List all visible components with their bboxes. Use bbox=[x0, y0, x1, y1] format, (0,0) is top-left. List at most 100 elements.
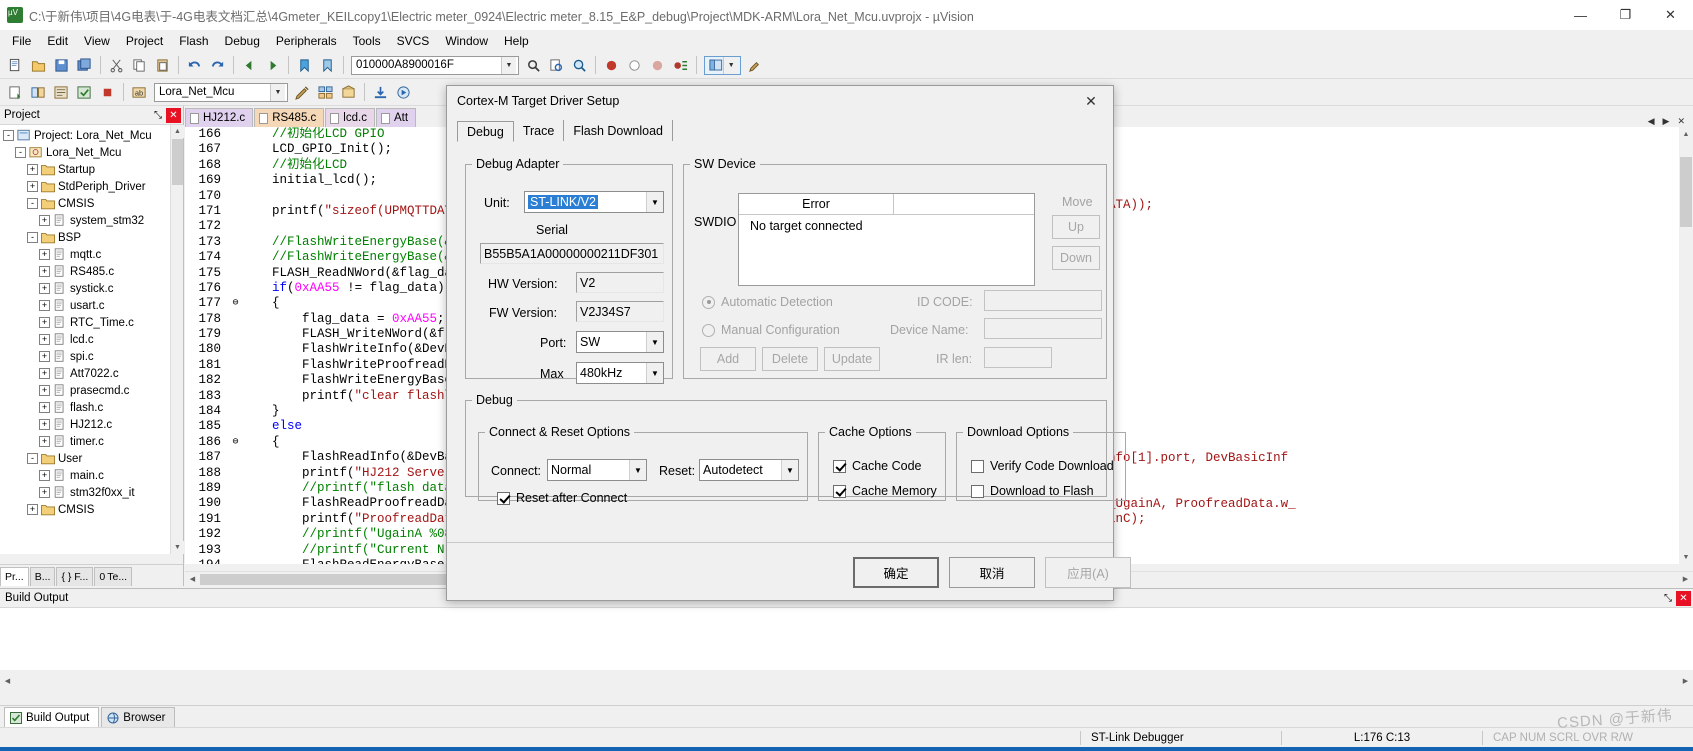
tree-node[interactable]: + system_stm32 bbox=[0, 212, 183, 229]
window-layout-combo[interactable]: ▼ bbox=[704, 55, 741, 75]
breakpoint-delete-icon[interactable] bbox=[647, 55, 668, 76]
tab-flash-download[interactable]: Flash Download bbox=[564, 120, 673, 141]
tree-node[interactable]: + systick.c bbox=[0, 280, 183, 297]
fold-marker-icon[interactable] bbox=[229, 281, 242, 296]
scroll-right-icon[interactable]: ▶ bbox=[1678, 673, 1693, 688]
tree-node[interactable]: + flash.c bbox=[0, 399, 183, 416]
device-name-field[interactable] bbox=[984, 318, 1102, 339]
cut-icon[interactable] bbox=[106, 55, 127, 76]
fold-marker-icon[interactable] bbox=[229, 389, 242, 404]
tree-expander-icon[interactable]: + bbox=[27, 504, 38, 515]
fold-marker-icon[interactable] bbox=[229, 266, 242, 281]
verify-code-download-checkbox[interactable]: Verify Code Download bbox=[971, 459, 1114, 473]
editor-tab-nav-next-icon[interactable]: ▶ bbox=[1659, 116, 1674, 127]
scroll-right-icon[interactable]: ▶ bbox=[1678, 572, 1693, 587]
scroll-down-icon[interactable]: ▼ bbox=[171, 541, 184, 554]
paste-icon[interactable] bbox=[152, 55, 173, 76]
scroll-up-icon[interactable]: ▲ bbox=[1679, 127, 1693, 141]
menu-edit[interactable]: Edit bbox=[39, 31, 76, 51]
configure-icon[interactable] bbox=[745, 55, 766, 76]
reset-select[interactable]: Autodetect ▼ bbox=[699, 459, 799, 481]
minimize-button[interactable]: — bbox=[1558, 0, 1603, 30]
target-options-small-icon[interactable]: ab bbox=[129, 82, 150, 103]
max-clock-select[interactable]: 480kHz ▼ bbox=[576, 362, 664, 384]
tree-expander-icon[interactable]: - bbox=[27, 453, 38, 464]
fold-marker-icon[interactable] bbox=[229, 235, 242, 250]
tree-node[interactable]: - Project: Lora_Net_Mcu bbox=[0, 127, 183, 144]
menu-file[interactable]: File bbox=[4, 31, 39, 51]
tree-expander-icon[interactable]: - bbox=[27, 198, 38, 209]
navigate-forward-icon[interactable] bbox=[262, 55, 283, 76]
tree-expander-icon[interactable]: + bbox=[39, 402, 50, 413]
pin-icon[interactable]: ⤡ bbox=[150, 107, 166, 123]
fold-marker-icon[interactable] bbox=[229, 466, 242, 481]
fold-marker-icon[interactable] bbox=[229, 496, 242, 511]
chevron-down-icon[interactable]: ▼ bbox=[270, 83, 285, 101]
tree-node[interactable]: + lcd.c bbox=[0, 331, 183, 348]
undo-icon[interactable] bbox=[184, 55, 205, 76]
breakpoint-icon[interactable] bbox=[601, 55, 622, 76]
translate-icon[interactable] bbox=[5, 82, 26, 103]
chevron-down-icon[interactable]: ▼ bbox=[629, 460, 646, 480]
editor-vertical-scrollbar[interactable]: ▲ ▼ bbox=[1679, 127, 1693, 564]
find-icon[interactable] bbox=[523, 55, 544, 76]
fold-marker-icon[interactable] bbox=[229, 558, 242, 564]
project-panel-tab[interactable]: Pr... bbox=[0, 567, 29, 586]
fold-marker-icon[interactable] bbox=[229, 543, 242, 558]
tab-debug[interactable]: Debug bbox=[457, 121, 514, 142]
scroll-up-icon[interactable]: ▲ bbox=[171, 125, 184, 138]
project-tree[interactable]: - Project: Lora_Net_Mcu - Lora_Net_Mcu + Star… bbox=[0, 125, 183, 554]
delete-button[interactable]: Delete bbox=[762, 347, 818, 371]
pin-icon[interactable]: ⤡ bbox=[1660, 590, 1676, 606]
fold-marker-icon[interactable] bbox=[229, 189, 242, 204]
fold-marker-icon[interactable] bbox=[229, 419, 242, 434]
dialog-close-icon[interactable]: ✕ bbox=[1069, 87, 1113, 116]
editor-tab[interactable]: Att bbox=[375, 108, 417, 127]
column-error[interactable]: Error bbox=[739, 194, 894, 214]
stop-build-icon[interactable] bbox=[97, 82, 118, 103]
manage-components-icon[interactable] bbox=[315, 82, 336, 103]
fold-marker-icon[interactable] bbox=[229, 250, 242, 265]
tree-expander-icon[interactable]: - bbox=[27, 232, 38, 243]
move-down-button[interactable]: Down bbox=[1052, 246, 1100, 270]
tree-node[interactable]: + StdPeriph_Driver bbox=[0, 178, 183, 195]
tree-expander-icon[interactable]: + bbox=[27, 181, 38, 192]
reset-after-connect-checkbox[interactable]: Reset after Connect bbox=[497, 491, 627, 505]
project-panel-close-icon[interactable]: ✕ bbox=[166, 107, 181, 123]
fold-marker-icon[interactable] bbox=[229, 204, 242, 219]
add-button[interactable]: Add bbox=[700, 347, 756, 371]
tree-node[interactable]: + prasecmd.c bbox=[0, 382, 183, 399]
breakpoint-list-icon[interactable] bbox=[670, 55, 691, 76]
bottom-tab[interactable]: Browser bbox=[101, 707, 176, 727]
editor-tab[interactable]: RS485.c bbox=[254, 108, 325, 127]
navigate-back-icon[interactable] bbox=[239, 55, 260, 76]
find-in-files-icon[interactable] bbox=[546, 55, 567, 76]
id-code-field[interactable] bbox=[984, 290, 1102, 311]
tree-node[interactable]: + spi.c bbox=[0, 348, 183, 365]
tree-expander-icon[interactable]: + bbox=[39, 215, 50, 226]
sw-device-listview[interactable]: Error No target connected bbox=[738, 193, 1035, 286]
menu-project[interactable]: Project bbox=[118, 31, 171, 51]
fold-marker-icon[interactable] bbox=[229, 327, 242, 342]
tree-node[interactable]: + Startup bbox=[0, 161, 183, 178]
redo-icon[interactable] bbox=[207, 55, 228, 76]
menu-peripherals[interactable]: Peripherals bbox=[268, 31, 345, 51]
batch-build-icon[interactable] bbox=[74, 82, 95, 103]
fold-marker-icon[interactable] bbox=[229, 373, 242, 388]
tree-expander-icon[interactable]: + bbox=[39, 300, 50, 311]
move-up-button[interactable]: Up bbox=[1052, 215, 1100, 239]
tree-expander-icon[interactable]: + bbox=[27, 164, 38, 175]
tree-node[interactable]: - User bbox=[0, 450, 183, 467]
maximize-button[interactable]: ❐ bbox=[1603, 0, 1648, 30]
tree-node[interactable]: + RS485.c bbox=[0, 263, 183, 280]
fold-marker-icon[interactable] bbox=[229, 404, 242, 419]
tree-node[interactable]: + mqtt.c bbox=[0, 246, 183, 263]
cancel-button[interactable]: 取消 bbox=[949, 557, 1035, 588]
tree-expander-icon[interactable]: + bbox=[39, 385, 50, 396]
fold-marker-icon[interactable] bbox=[229, 527, 242, 542]
tree-node[interactable]: + stm32f0xx_it bbox=[0, 484, 183, 501]
tree-expander-icon[interactable]: + bbox=[39, 266, 50, 277]
port-select[interactable]: SW ▼ bbox=[576, 331, 664, 353]
chevron-down-icon[interactable]: ▼ bbox=[501, 56, 516, 74]
bookmark-next-icon[interactable] bbox=[317, 55, 338, 76]
